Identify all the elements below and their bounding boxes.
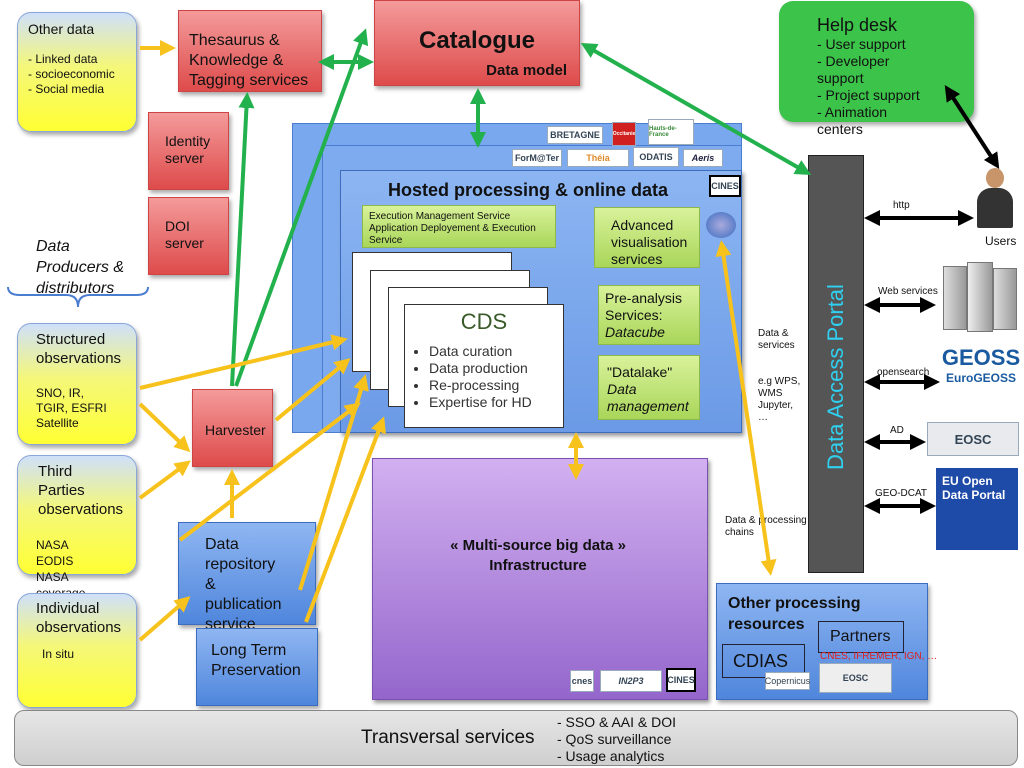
catalogue-title: Catalogue <box>418 27 535 54</box>
multi-source-label: « Multi-source big data » Infrastructure <box>450 537 626 574</box>
partners-list: CNES, IFREMER, IGN, … <box>820 651 938 662</box>
structured-observations-box: Structured observations SNO, IR, TGIR, E… <box>17 323 137 445</box>
logo-eosc-small: EOSC <box>819 663 892 693</box>
label-data-chains: Data & processing chains <box>725 515 807 538</box>
long-term-preservation-box: Long Term Preservation <box>196 628 318 706</box>
logo-formater: ForM@Ter <box>512 149 562 167</box>
catalogue-box: Catalogue Data model <box>374 0 580 86</box>
execution-management-service: Execution Management Service Application… <box>362 205 556 248</box>
eu-open-data-portal-logo: EU Open Data Portal <box>936 468 1018 550</box>
arrow <box>304 416 386 623</box>
arrow <box>138 402 191 453</box>
label-opensearch: opensearch <box>877 367 930 378</box>
transversal-item: - SSO & AAI & DOI <box>557 714 677 730</box>
eurogeoss-text: EuroGEOSS <box>945 371 1016 385</box>
pre-analysis-services: Pre-analysis Services: Datacube <box>598 285 700 345</box>
logo-copernicus: Copernicus <box>765 672 810 690</box>
logo-cines-2: CINES <box>666 668 696 692</box>
arrow <box>230 92 255 387</box>
thesaurus-box: Thesaurus & Knowledge & Tagging services <box>178 10 322 92</box>
logo-bretagne: BRETAGNE <box>547 126 603 144</box>
cds-title: CDS <box>460 309 508 334</box>
partners-box: Partners <box>818 621 904 653</box>
third-title: Third Parties observations <box>38 463 124 518</box>
logo-cnes: cnes <box>570 670 594 692</box>
label-http: http <box>893 200 910 211</box>
other-data-item: - Social media <box>28 82 105 96</box>
datalake-label: "Datalake" <box>607 364 673 380</box>
geoss-text: GEOSS <box>941 345 1021 370</box>
pre-analysis-label: Pre-analysis Services: <box>605 290 683 323</box>
logo-aeris: Aeris <box>683 149 723 167</box>
identity-server-box: Identity server <box>148 112 229 190</box>
individual-observations-box: Individual observations In situ <box>17 593 137 708</box>
logo-globe-icon <box>706 212 736 238</box>
cds-card: CDS Data curation Data production Re-pro… <box>404 304 564 428</box>
data-management-label: Data management <box>607 381 689 414</box>
other-data-box: Other data - Linked data - socioeconomic… <box>17 12 137 132</box>
label-users: Users <box>985 234 1017 248</box>
label-ad: AD <box>890 425 904 436</box>
cds-item: Data curation <box>429 343 557 360</box>
help-desk-item: - Animation centers <box>817 104 888 137</box>
transversal-services-bar: Transversal services - SSO & AAI & DOI -… <box>14 710 1018 766</box>
datacube-label: Datacube <box>605 324 665 340</box>
help-desk-box: Help desk - User support - Developer sup… <box>779 1 974 137</box>
doi-server-box: DOI server <box>148 197 229 275</box>
transversal-item: - QoS surveillance <box>557 731 672 747</box>
individual-title: Individual observations <box>36 600 122 636</box>
logo-odatis: ODATIS <box>633 147 679 167</box>
label-eg: e.g WPS, WMS Jupyter, … <box>758 376 801 423</box>
transversal-item: - Usage analytics <box>557 748 665 764</box>
help-desk-item: - Developer support <box>817 53 890 86</box>
logo-theia: Théia <box>567 149 629 167</box>
arrow <box>138 460 191 500</box>
help-desk-item: - Project support <box>817 87 920 103</box>
producers-bracket <box>7 286 149 308</box>
user-icon <box>975 168 1015 228</box>
third-parties-box: Third Parties observations NASA EODIS NA… <box>17 455 137 616</box>
other-data-item: - socioeconomic <box>28 67 115 81</box>
catalogue-subtitle: Data model <box>486 62 567 79</box>
structured-title: Structured observations <box>36 331 122 367</box>
help-desk-item: - User support <box>817 36 906 52</box>
individual-detail: In situ <box>42 647 75 661</box>
harvester-box: Harvester <box>192 389 273 467</box>
logo-hauts-de-france: Hauts-de-France <box>648 119 694 145</box>
eosc-logo: EOSC <box>927 422 1019 456</box>
label-web-services: Web services <box>878 286 938 297</box>
server-icon <box>935 262 1019 332</box>
hosted-title: Hosted processing & online data <box>388 180 669 200</box>
geoss-logo: GEOSS EuroGEOSS <box>940 345 1022 407</box>
transversal-title: Transversal services <box>361 727 535 748</box>
advanced-visualisation-services: Advanced visualisation services <box>594 207 700 268</box>
cds-item: Data production <box>429 360 557 377</box>
multi-source-infrastructure <box>372 458 708 700</box>
cds-item: Re-processing <box>429 377 557 394</box>
help-desk-title: Help desk <box>817 15 898 35</box>
data-access-portal-label: Data Access Portal <box>823 284 848 470</box>
label-geo-dcat: GEO-DCAT <box>875 488 928 499</box>
logo-occitanie: Occitanie <box>612 122 636 146</box>
logo-in2p3: IN2P3 <box>600 670 662 692</box>
logo-cines: CINES <box>709 175 741 197</box>
label-data-services: Data & services <box>758 328 795 351</box>
datalake: "Datalake" Data management <box>598 355 700 420</box>
data-repository-box: Data repository & publication service <box>178 522 316 633</box>
other-data-title: Other data <box>28 21 95 37</box>
structured-detail: SNO, IR, TGIR, ESFRI Satellite <box>36 386 107 430</box>
cds-item: Expertise for HD <box>429 394 557 411</box>
other-data-item: - Linked data <box>28 52 98 66</box>
